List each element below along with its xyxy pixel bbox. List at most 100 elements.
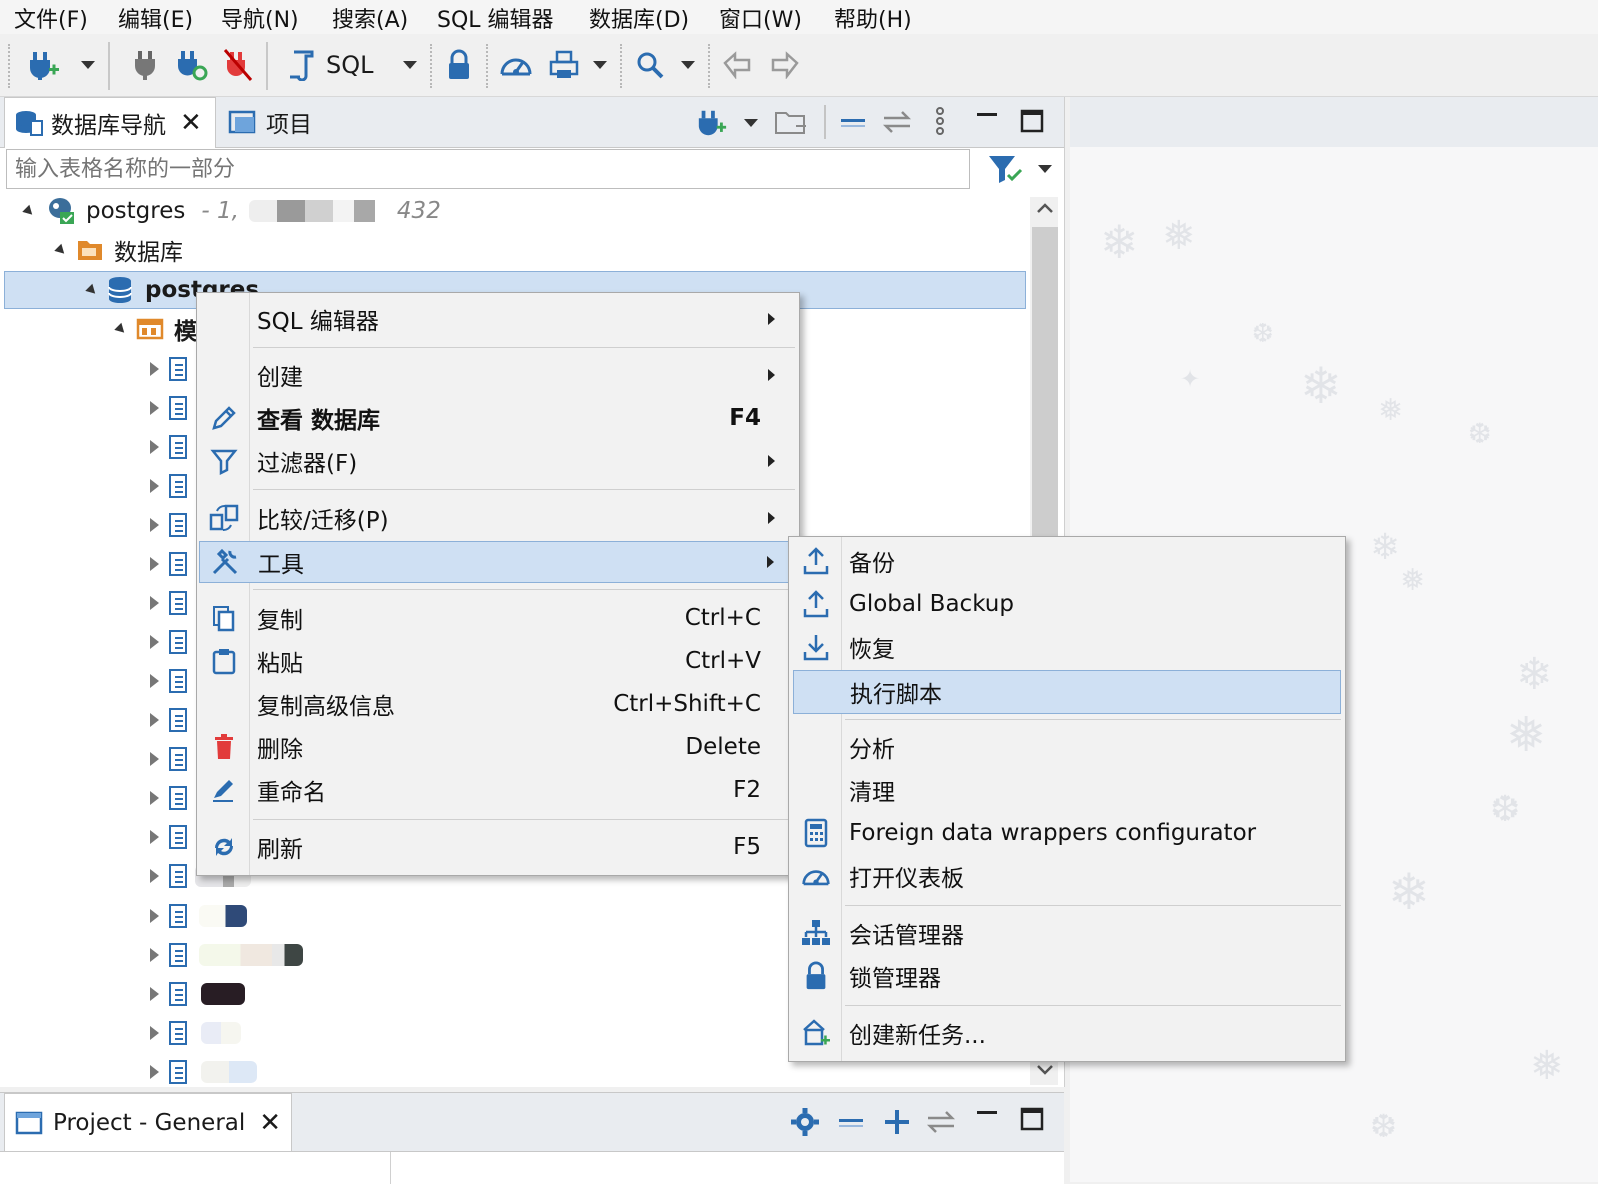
submenu-item-backup[interactable]: 备份 [791, 541, 1343, 581]
expand-toggle-icon[interactable] [150, 869, 159, 883]
expand-toggle-icon[interactable] [150, 987, 159, 1001]
tree-node-table[interactable] [0, 779, 187, 817]
reconnect-button[interactable] [172, 46, 212, 84]
submenu-item-restore[interactable]: 恢复 [791, 627, 1343, 667]
minimize-button[interactable] [974, 107, 1000, 139]
expand-toggle-icon[interactable] [150, 557, 159, 571]
close-icon[interactable]: ✕ [180, 108, 202, 138]
expand-toggle-icon[interactable] [150, 1065, 159, 1079]
menu-item-compare-migrate[interactable]: 比较/迁移(P) [199, 498, 797, 538]
tree-node-schemas[interactable]: 模 [0, 310, 200, 348]
menu-navigate[interactable]: 导航(N) [221, 2, 299, 34]
submenu-item-analyze[interactable]: 分析 [791, 727, 1343, 767]
expand-toggle-icon[interactable] [150, 596, 159, 610]
filter-config-button[interactable] [986, 153, 1024, 191]
submenu-item-fdw-configurator[interactable]: Foreign data wrappers configurator [791, 813, 1343, 853]
menu-item-filter[interactable]: 过滤器(F) [199, 441, 797, 481]
new-connection-dropdown[interactable] [78, 46, 98, 84]
tree-node-table[interactable] [0, 350, 187, 388]
menu-file[interactable]: 文件(F) [14, 2, 88, 34]
menu-window[interactable]: 窗口(W) [719, 2, 802, 34]
tree-node-table[interactable] [0, 623, 187, 661]
tab-database-navigator[interactable]: 数据库导航 ✕ [4, 97, 216, 148]
new-folder-button[interactable] [774, 107, 808, 143]
tree-node-table[interactable] [0, 428, 187, 466]
minimize-button[interactable] [974, 1105, 1000, 1137]
task-dropdown[interactable] [590, 46, 610, 84]
sql-editor-button[interactable]: SQL [286, 46, 382, 84]
submenu-item-create-task[interactable]: 创建新任务... [791, 1013, 1343, 1053]
expand-toggle-icon[interactable] [150, 1026, 159, 1040]
menu-item-paste[interactable]: 粘贴 Ctrl+V [199, 641, 797, 681]
expand-toggle-icon[interactable] [150, 948, 159, 962]
close-icon[interactable]: ✕ [259, 1108, 281, 1138]
maximize-button[interactable] [1018, 1105, 1046, 1139]
menu-sql-editor[interactable]: SQL 编辑器 [437, 2, 554, 34]
view-menu-button[interactable] [930, 105, 950, 145]
tree-node-databases-folder[interactable]: 数据库 [0, 231, 1020, 269]
dashboard-button[interactable] [496, 46, 536, 84]
expand-toggle-icon[interactable] [150, 635, 159, 649]
expand-toggle-icon[interactable] [150, 791, 159, 805]
tree-node-table[interactable] [0, 1014, 241, 1052]
tab-project-general[interactable]: Project - General ✕ [4, 1093, 292, 1152]
expand-toggle-icon[interactable] [150, 752, 159, 766]
tree-node-table[interactable] [0, 740, 187, 778]
submenu-item-vacuum[interactable]: 清理 [791, 770, 1343, 810]
submenu-item-lock-manager[interactable]: 锁管理器 [791, 956, 1343, 996]
menu-help[interactable]: 帮助(H) [834, 2, 912, 34]
tree-node-table[interactable] [0, 662, 187, 700]
new-connection-dropdown[interactable] [744, 119, 758, 127]
menu-search[interactable]: 搜索(A) [332, 2, 408, 34]
expand-toggle-icon[interactable] [150, 440, 159, 454]
submenu-item-open-dashboard[interactable]: 打开仪表板 [791, 856, 1343, 896]
menu-edit[interactable]: 编辑(E) [118, 2, 193, 34]
collapse-all-button[interactable] [836, 1107, 866, 1143]
configure-button[interactable] [790, 1107, 820, 1143]
tree-node-table[interactable] [0, 818, 187, 856]
menu-item-create[interactable]: 创建 [199, 355, 797, 395]
expand-toggle-icon[interactable] [150, 401, 159, 415]
new-connection-button[interactable] [24, 46, 64, 84]
expand-toggle-icon[interactable] [22, 204, 36, 218]
tab-projects[interactable]: 项目 [222, 97, 342, 147]
tree-node-table[interactable] [0, 467, 187, 505]
tree-node-table[interactable] [0, 701, 187, 739]
submenu-item-execute-script[interactable]: 执行脚本 [793, 670, 1341, 714]
menu-item-view-database[interactable]: 查看 数据库 F4 [199, 398, 797, 438]
submenu-item-session-manager[interactable]: 会话管理器 [791, 913, 1343, 953]
expand-all-button[interactable] [882, 1107, 912, 1143]
expand-toggle-icon[interactable] [114, 322, 128, 336]
link-editor-button[interactable] [880, 107, 914, 143]
search-button[interactable] [632, 46, 668, 84]
collapse-all-button[interactable] [838, 107, 868, 143]
tree-node-table[interactable] [0, 506, 187, 544]
tree-node-table[interactable] [0, 584, 187, 622]
search-dropdown[interactable] [678, 46, 698, 84]
tree-node-table[interactable] [0, 936, 303, 974]
filter-dropdown[interactable] [1038, 165, 1052, 173]
tree-node-table[interactable] [0, 389, 187, 427]
tree-node-connection[interactable]: postgres - 1, 432 [0, 192, 1020, 230]
forward-button[interactable] [764, 46, 804, 84]
chevron-down-icon[interactable] [1036, 1063, 1054, 1077]
transaction-mode-button[interactable] [442, 46, 476, 84]
expand-toggle-icon[interactable] [150, 362, 159, 376]
table-filter-input[interactable] [6, 149, 970, 189]
tree-node-table[interactable] [0, 897, 247, 935]
expand-toggle-icon[interactable] [150, 674, 159, 688]
expand-toggle-icon[interactable] [85, 283, 99, 297]
tree-node-table[interactable] [0, 1053, 257, 1091]
link-editor-button[interactable] [924, 1107, 958, 1143]
tree-node-table[interactable] [0, 975, 245, 1013]
back-button[interactable] [718, 46, 758, 84]
new-connection-button[interactable] [696, 107, 728, 145]
disconnect-button[interactable] [128, 46, 162, 84]
maximize-button[interactable] [1018, 107, 1046, 141]
expand-toggle-icon[interactable] [150, 518, 159, 532]
expand-toggle-icon[interactable] [150, 713, 159, 727]
expand-toggle-icon[interactable] [150, 909, 159, 923]
menu-item-rename[interactable]: 重命名 F2 [199, 770, 797, 810]
menu-item-delete[interactable]: 删除 Delete [199, 727, 797, 767]
menu-item-sql-editor[interactable]: SQL 编辑器 [199, 299, 797, 339]
